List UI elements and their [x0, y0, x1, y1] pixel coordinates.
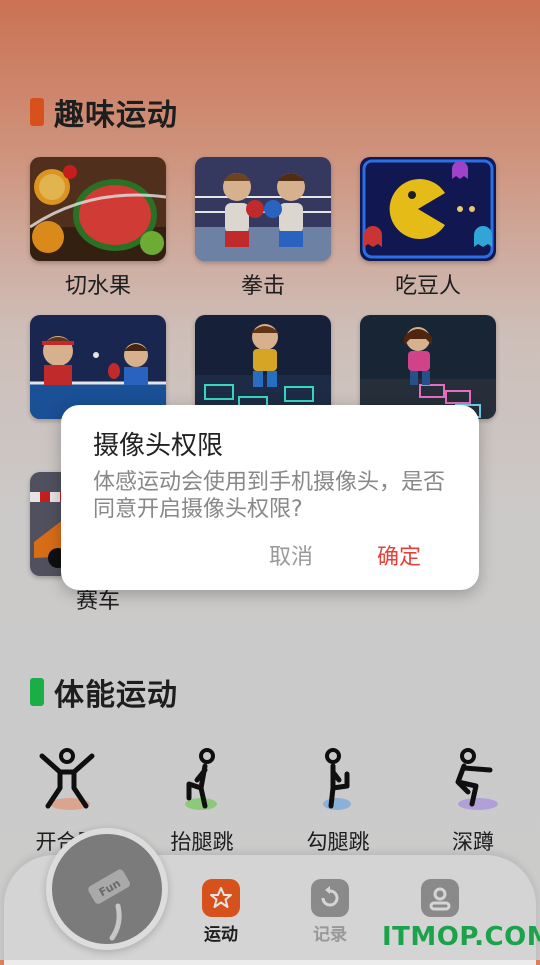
confirm-button[interactable]: 确定	[377, 539, 421, 571]
dialog-title: 摄像头权限	[93, 431, 224, 461]
camera-permission-dialog: 摄像头权限 体感运动会使用到手机摄像头，是否同意开启摄像头权限? 取消 确定	[61, 405, 479, 590]
cancel-button[interactable]: 取消	[269, 539, 313, 571]
watermark: ITMOP.COM	[382, 922, 540, 952]
dialog-message: 体感运动会使用到手机摄像头，是否同意开启摄像头权限?	[93, 470, 446, 522]
